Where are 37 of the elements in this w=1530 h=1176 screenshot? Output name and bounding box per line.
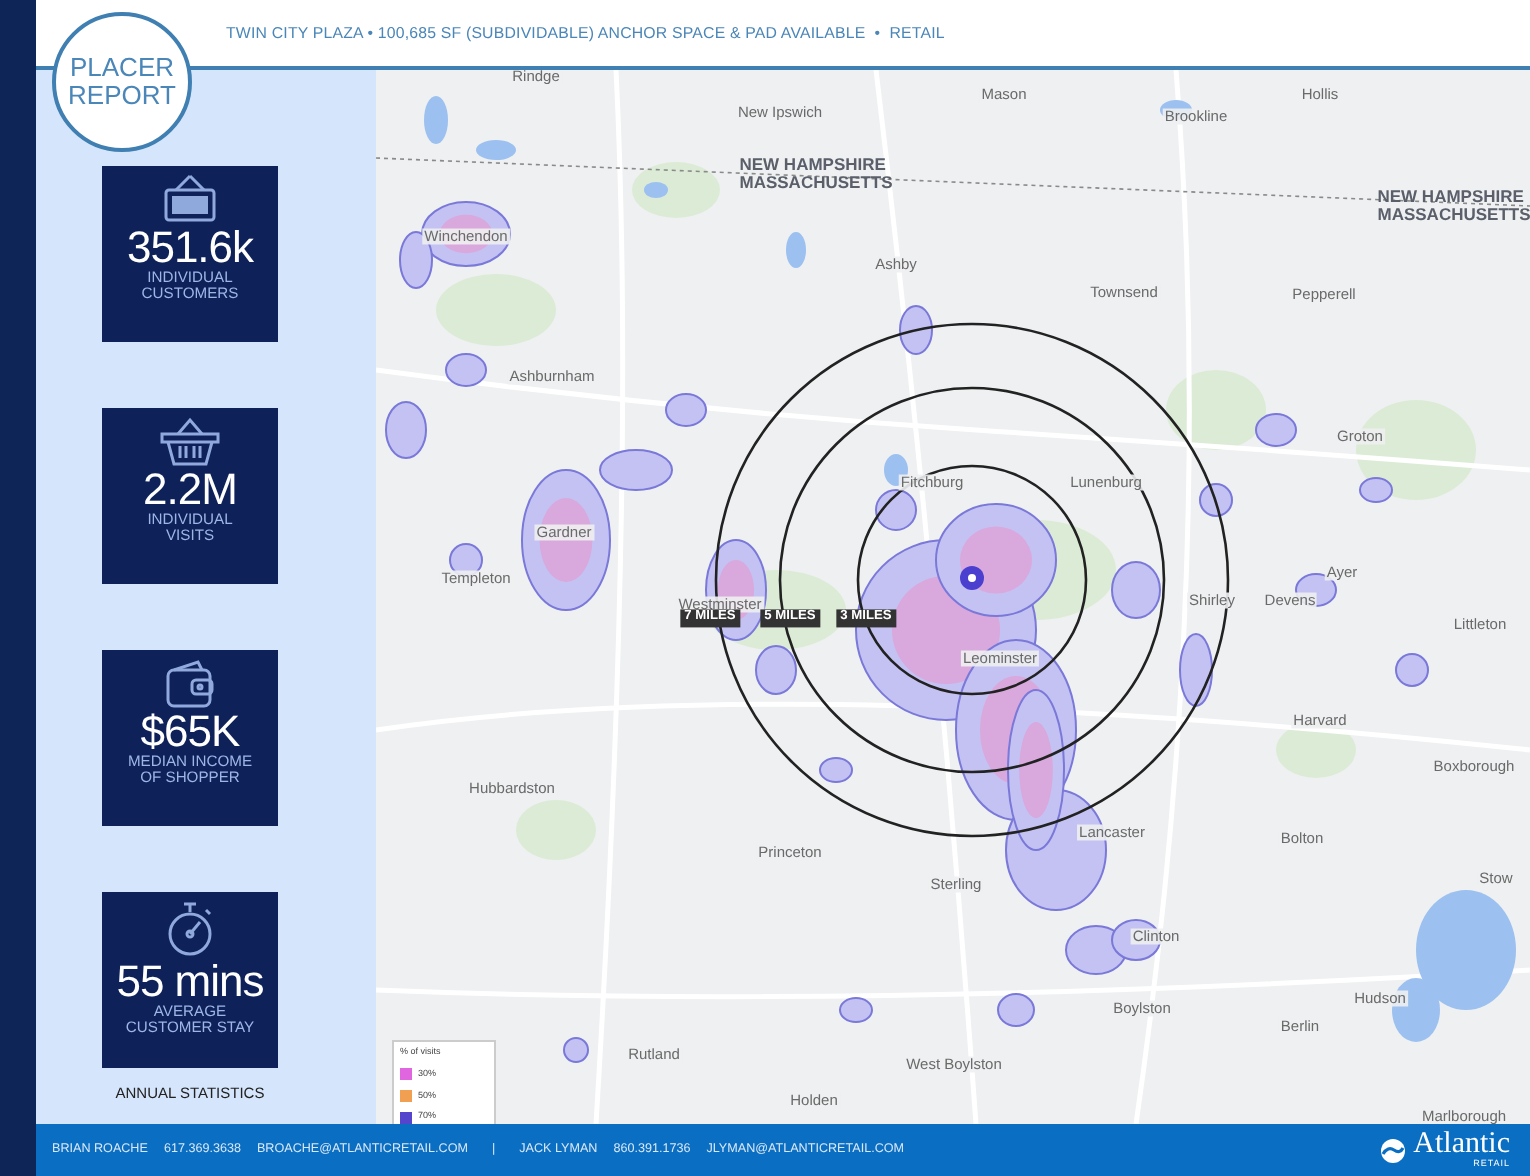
stopwatch-icon xyxy=(164,900,216,960)
lake xyxy=(786,232,806,268)
visit-density-blob xyxy=(1111,561,1161,619)
wallet-icon xyxy=(162,658,218,710)
location-pin-icon xyxy=(960,566,984,590)
stat-value: 55 mins xyxy=(116,960,264,1004)
lake xyxy=(476,140,516,160)
stat-value: 351.6k xyxy=(126,226,254,270)
state-label: NEW HAMPSHIRE MASSACHUSETTS xyxy=(1377,188,1530,224)
visit-density-blob xyxy=(665,393,707,427)
park-area xyxy=(1166,370,1266,450)
state-label: NEW HAMPSHIRE MASSACHUSETTS xyxy=(739,156,893,192)
lake xyxy=(424,96,448,144)
report-badge: PLACER REPORT xyxy=(52,12,192,152)
visit-density-blob xyxy=(819,757,853,783)
visit-density-blob xyxy=(997,993,1035,1027)
visit-density-blob xyxy=(1255,413,1297,447)
visit-density-blob xyxy=(1359,477,1393,503)
logo-name: Atlantic xyxy=(1413,1130,1510,1161)
visit-density-blob xyxy=(1179,633,1213,707)
lake xyxy=(644,182,668,198)
visit-density-blob xyxy=(1199,483,1233,517)
basket-icon xyxy=(158,416,222,468)
visit-density-blob xyxy=(839,997,873,1023)
visit-density-blob xyxy=(1395,653,1429,687)
stat-value: $65K xyxy=(140,710,240,754)
open-sign-icon xyxy=(160,174,220,226)
visit-density-blob xyxy=(899,305,933,355)
visit-density-blob xyxy=(755,645,797,695)
stat-value: 2.2M xyxy=(143,468,237,512)
park-area xyxy=(436,274,556,346)
park-area xyxy=(516,800,596,860)
wave-logo-icon xyxy=(1379,1137,1406,1163)
visit-density-blob xyxy=(385,401,427,459)
visit-density-blob xyxy=(875,489,917,531)
park-area xyxy=(632,162,720,218)
visit-density-blob xyxy=(445,353,487,387)
